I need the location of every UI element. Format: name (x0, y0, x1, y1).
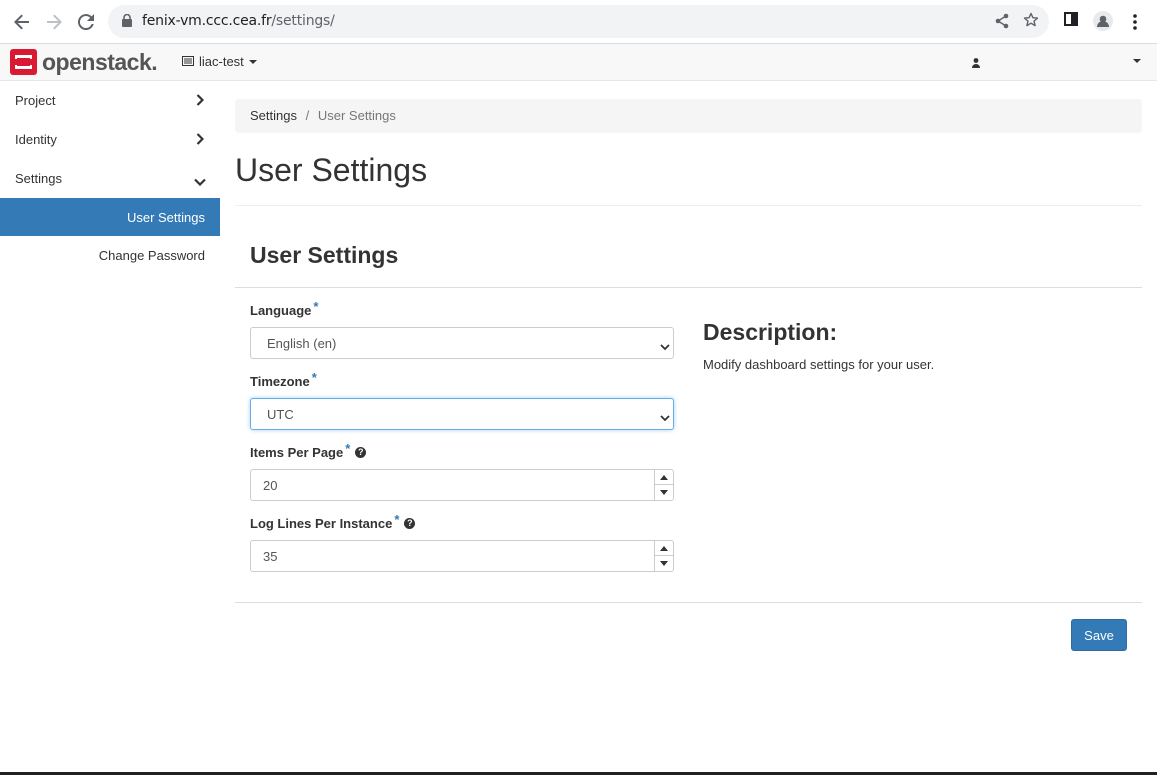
brand-text: openstack. (42, 48, 158, 75)
sidebar-item-label: Identity (15, 132, 57, 147)
sidebar-item-settings[interactable]: Settings (0, 159, 220, 198)
spinner-down-icon[interactable] (655, 556, 673, 571)
project-selector[interactable]: liac-test (182, 54, 257, 69)
browser-menu-icon[interactable] (1133, 14, 1137, 35)
save-button[interactable]: Save (1071, 619, 1127, 651)
forward-icon[interactable] (42, 10, 66, 34)
divider (235, 287, 1142, 288)
items-per-page-input[interactable]: 20 (250, 469, 674, 501)
help-icon[interactable]: ? (355, 447, 367, 459)
timezone-label: Timezone * (250, 370, 317, 389)
timezone-value: UTC (267, 407, 294, 422)
chevron-right-icon (196, 133, 205, 148)
spinner-up-icon[interactable] (655, 541, 673, 556)
back-icon[interactable] (10, 10, 34, 34)
language-select[interactable]: English (en) (250, 327, 674, 359)
profile-avatar-icon[interactable] (1093, 11, 1113, 36)
top-navbar: openstack. liac-test (0, 44, 1157, 81)
language-value: English (en) (267, 336, 337, 351)
user-icon (972, 55, 980, 73)
spinner-down-icon[interactable] (655, 485, 673, 500)
log-lines-label: Log Lines Per Instance *? (250, 512, 416, 531)
spinner (654, 470, 673, 500)
page-title: User Settings (235, 152, 428, 188)
timezone-select[interactable]: UTC (250, 398, 674, 430)
bookmark-star-icon[interactable] (1023, 12, 1039, 33)
spinner-up-icon[interactable] (655, 470, 673, 485)
side-panel-icon[interactable] (1064, 12, 1078, 31)
chevron-down-icon (660, 339, 670, 354)
caret-down-icon (1133, 59, 1141, 63)
address-bar[interactable]: fenix-vm.ccc.cea.fr/settings/ (108, 5, 1049, 38)
breadcrumb-settings[interactable]: Settings (250, 108, 297, 123)
sidebar: Project Identity Settings User Settings … (0, 81, 220, 274)
openstack-logo-icon (10, 49, 37, 75)
help-icon[interactable]: ? (404, 518, 416, 530)
chevron-right-icon (196, 94, 205, 109)
language-label: Language * (250, 299, 319, 318)
log-lines-input[interactable]: 35 (250, 540, 674, 572)
breadcrumb-current: User Settings (317, 108, 396, 123)
project-name: liac-test (199, 54, 244, 69)
description-title: Description: (703, 319, 838, 345)
lock-icon (122, 13, 132, 32)
items-per-page-value: 20 (263, 478, 278, 493)
sidebar-item-label: Change Password (98, 248, 205, 263)
divider (235, 205, 1142, 206)
log-lines-value: 35 (263, 549, 278, 564)
sidebar-item-label: User Settings (126, 210, 205, 225)
user-menu[interactable] (972, 55, 1141, 73)
sidebar-item-change-password[interactable]: Change Password (0, 236, 220, 274)
items-per-page-label: Items Per Page *? (250, 441, 367, 460)
description-text: Modify dashboard settings for your user. (703, 357, 935, 372)
project-icon (182, 54, 194, 69)
breadcrumb-separator: / (305, 108, 310, 123)
divider (235, 602, 1142, 603)
breadcrumb: Settings / User Settings (235, 99, 1142, 133)
required-asterisk: * (394, 512, 400, 527)
url-text: fenix-vm.ccc.cea.fr/settings/ (142, 13, 335, 29)
share-icon[interactable] (995, 13, 1009, 34)
form-title: User Settings (250, 242, 399, 268)
required-asterisk: * (313, 299, 319, 314)
caret-down-icon (248, 59, 257, 64)
spinner (654, 541, 673, 571)
sidebar-item-identity[interactable]: Identity (0, 120, 220, 159)
sidebar-item-user-settings[interactable]: User Settings (0, 198, 220, 236)
reload-icon[interactable] (74, 10, 98, 34)
required-asterisk: * (311, 370, 317, 385)
sidebar-item-project[interactable]: Project (0, 81, 220, 120)
chevron-down-icon (194, 174, 206, 189)
required-asterisk: * (345, 441, 351, 456)
sidebar-item-label: Project (15, 93, 56, 108)
sidebar-item-label: Settings (15, 171, 62, 186)
chevron-down-icon (660, 410, 670, 425)
browser-toolbar: fenix-vm.ccc.cea.fr/settings/ (0, 0, 1157, 44)
openstack-logo[interactable]: openstack. (10, 48, 158, 75)
